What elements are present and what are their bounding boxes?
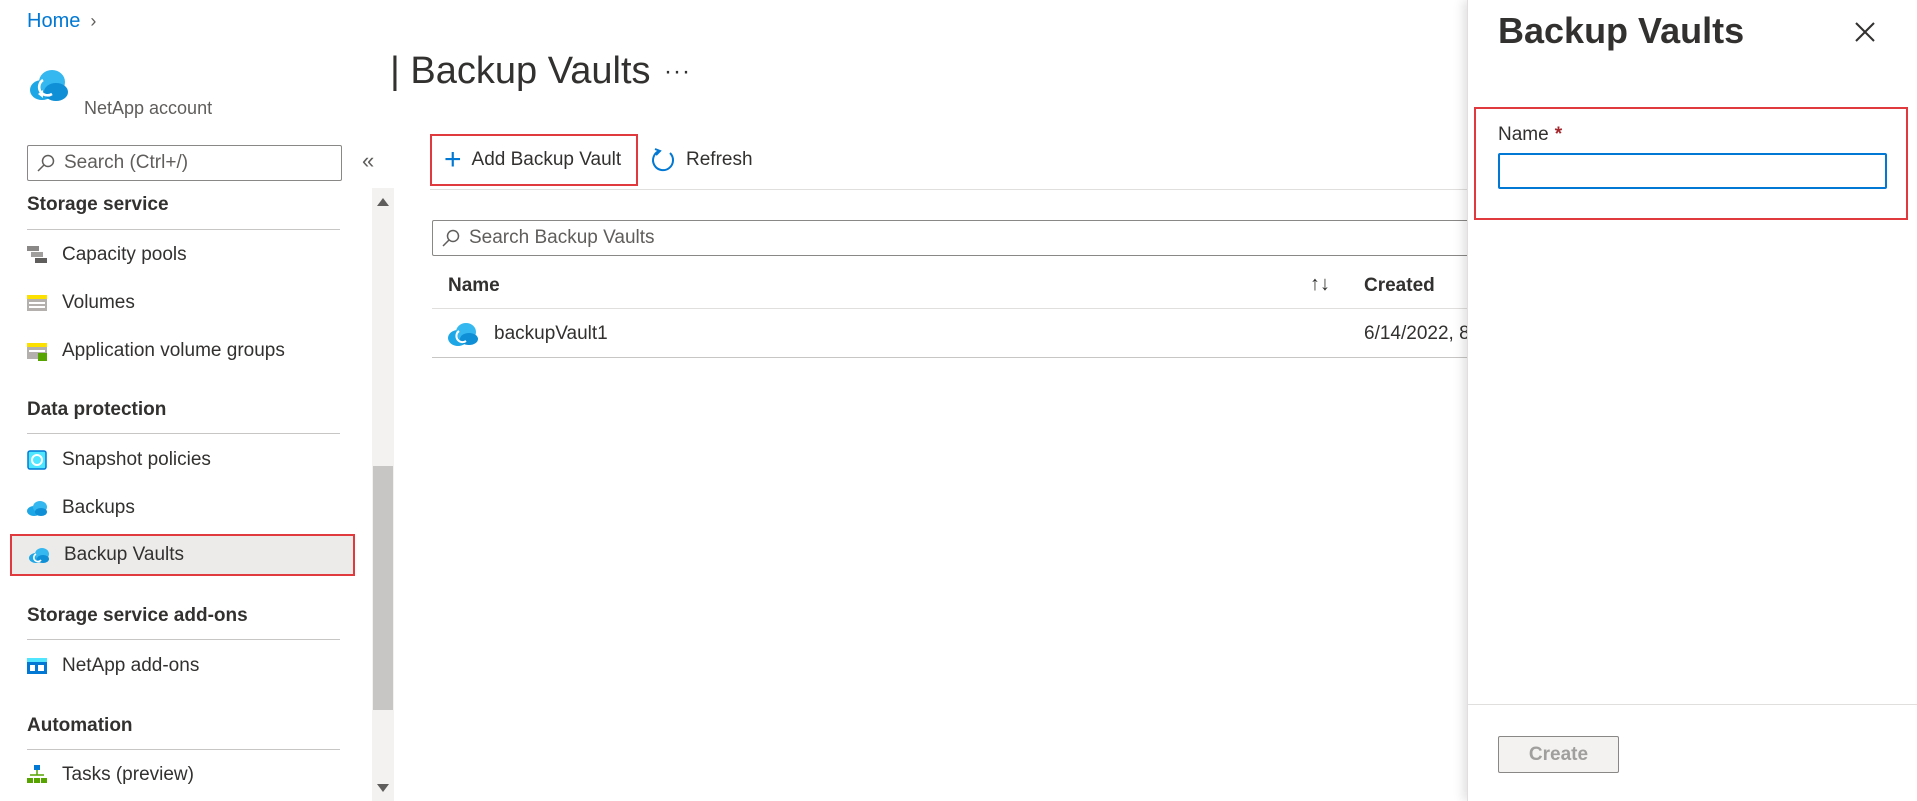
backup-vaults-search-placeholder: Search Backup Vaults (469, 227, 655, 248)
sidebar-item-label: Application volume groups (62, 340, 285, 361)
name-field-label: Name * (1498, 124, 1562, 146)
column-header-created[interactable]: Created (1364, 275, 1435, 297)
refresh-icon (652, 148, 675, 172)
row-vault-name[interactable]: backupVault1 (494, 323, 608, 345)
netapp-account-icon (30, 70, 68, 101)
sort-icon[interactable]: ↑↓ (1310, 273, 1330, 296)
scroll-up-arrow-icon[interactable] (377, 198, 389, 206)
chevron-right-icon: › (90, 11, 97, 31)
sidebar-item-label: Tasks (preview) (62, 764, 194, 785)
table-row[interactable]: backupVault1 6/14/2022, 8 (432, 309, 1472, 358)
sidebar-item-capacity-pools[interactable]: Capacity pools (10, 235, 355, 275)
tasks-icon (27, 765, 47, 783)
more-options-button[interactable]: ··· (664, 58, 691, 86)
sidebar-item-backup-vaults[interactable]: Backup Vaults (10, 534, 355, 576)
section-divider (27, 749, 340, 750)
page-title: | Backup Vaults (390, 50, 651, 92)
sidebar-item-volumes[interactable]: Volumes (10, 283, 355, 323)
resource-type-label: NetApp account (84, 98, 213, 118)
section-storage-service: Storage service (27, 194, 169, 215)
scroll-down-arrow-icon[interactable] (377, 784, 389, 792)
breadcrumb: Home › (27, 10, 96, 33)
sidebar-menu: Storage service Capacity pools Volumes A… (0, 188, 372, 801)
backup-vaults-icon (29, 548, 49, 563)
column-header-name[interactable]: Name (448, 275, 500, 297)
name-label-text: Name (1498, 124, 1549, 145)
section-divider (27, 639, 340, 640)
refresh-label: Refresh (686, 149, 753, 170)
sidebar-item-label: NetApp add-ons (62, 655, 200, 676)
row-created-date: 6/14/2022, 8 (1364, 323, 1470, 344)
sidebar-item-label: Capacity pools (62, 244, 187, 265)
backup-vault-icon (448, 323, 478, 346)
sidebar-search-input[interactable]: Search (Ctrl+/) (27, 145, 342, 181)
section-storage-service-addons: Storage service add-ons (27, 605, 248, 626)
scrollbar-thumb[interactable] (373, 466, 393, 710)
add-backup-vault-button[interactable]: + Add Backup Vault (430, 134, 638, 186)
toolbar-divider (430, 189, 1470, 190)
sidebar-item-label: Backups (62, 497, 135, 518)
sidebar-item-application-volume-groups[interactable]: Application volume groups (10, 331, 355, 371)
plus-icon: + (444, 143, 462, 176)
close-icon[interactable] (1851, 18, 1879, 46)
name-input[interactable] (1498, 153, 1887, 189)
section-automation: Automation (27, 715, 133, 736)
refresh-button[interactable]: Refresh (638, 134, 765, 186)
add-backup-vault-panel: Backup Vaults Name * Create (1467, 0, 1917, 801)
sidebar-item-snapshot-policies[interactable]: Snapshot policies (10, 440, 355, 480)
section-divider (27, 229, 340, 230)
sidebar-item-tasks[interactable]: Tasks (preview) (10, 755, 355, 795)
search-icon (442, 229, 460, 247)
netapp-addons-icon (27, 658, 47, 674)
grid-header: Name ↑↓ Created (432, 265, 1472, 309)
add-backup-vault-label: Add Backup Vault (471, 149, 622, 170)
collapse-sidebar-button[interactable]: « (362, 148, 374, 174)
section-data-protection: Data protection (27, 399, 167, 420)
panel-title: Backup Vaults (1498, 10, 1745, 51)
command-bar: + Add Backup Vault Refresh (430, 134, 765, 186)
backups-icon (27, 501, 47, 516)
required-marker: * (1554, 124, 1563, 145)
snapshot-policies-icon (27, 450, 47, 470)
sidebar-item-label: Backup Vaults (64, 544, 185, 565)
sidebar-search-placeholder: Search (Ctrl+/) (64, 152, 189, 173)
breadcrumb-home-link[interactable]: Home (27, 10, 80, 33)
create-button[interactable]: Create (1498, 736, 1619, 773)
capacity-pools-icon (27, 246, 47, 263)
volumes-icon (27, 295, 47, 311)
search-icon (37, 154, 55, 172)
sidebar-item-label: Snapshot policies (62, 449, 211, 470)
sidebar-item-label: Volumes (62, 292, 135, 313)
section-divider (27, 433, 340, 434)
sidebar-item-netapp-addons[interactable]: NetApp add-ons (10, 646, 355, 686)
application-volume-groups-icon (27, 343, 47, 361)
sidebar-item-backups[interactable]: Backups (10, 488, 355, 528)
panel-footer-divider (1468, 704, 1917, 705)
backup-vaults-search-input[interactable]: Search Backup Vaults (432, 220, 1472, 256)
